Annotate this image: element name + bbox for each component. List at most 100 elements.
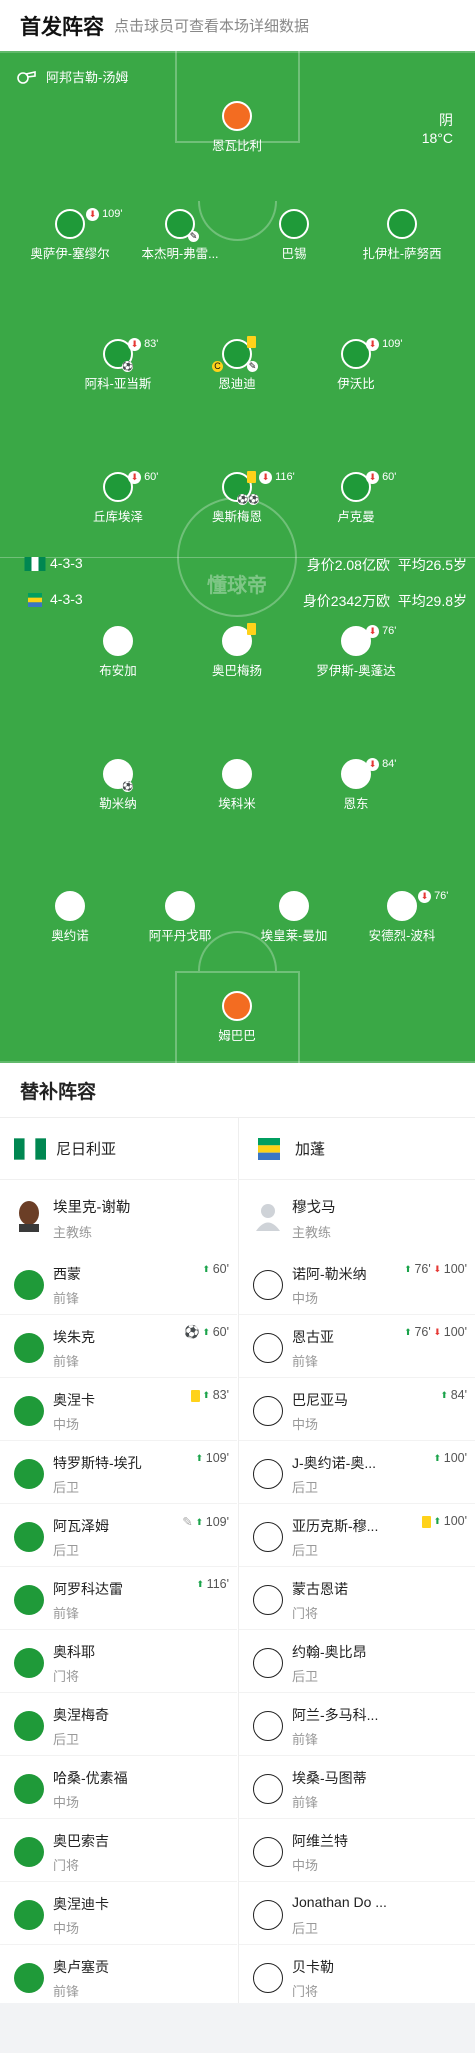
away-player[interactable]: ⬇ 76' 安德烈-波科: [342, 889, 462, 951]
yellow-card-marker: [247, 335, 256, 349]
injury-marker: ✎: [188, 229, 199, 243]
player-avatar: [253, 1522, 283, 1552]
sub-player-row[interactable]: 阿罗科达雷 前锋 ⬆ 116': [0, 1567, 237, 1630]
sub-out-time: 100': [443, 1325, 467, 1339]
sub-player-name: 奥科耶: [53, 1644, 95, 1660]
away-player[interactable]: 姆巴巴: [177, 991, 297, 1051]
sub-player-row[interactable]: 埃桑-马图蒂 前锋: [239, 1756, 475, 1819]
player-avatar: [14, 1837, 44, 1867]
player-dot: [55, 891, 85, 921]
player-name: 阿平丹戈耶: [148, 929, 212, 943]
sub-in-icon: ⬆: [430, 1452, 444, 1466]
sub-player-row[interactable]: 巴尼亚马 中场 ⬆ 84': [239, 1378, 475, 1441]
pitch: 阿邦吉勒-汤姆 阴 18°C 懂球帝 4-3-3 身价2.08亿欧 平均26.5…: [0, 51, 475, 1063]
sub-player-row[interactable]: 阿瓦泽姆 后卫 ✎ ⬆ 109': [0, 1504, 237, 1567]
yellow-card-icon: [247, 336, 256, 349]
player-avatar: [14, 1333, 44, 1363]
home-avg-age: 平均26.5岁: [397, 557, 467, 573]
sub-in-time: 76': [414, 1262, 431, 1276]
sub-player-position: 门将: [53, 1669, 80, 1684]
sub-player-position: 前锋: [292, 1795, 319, 1810]
sub-player-row[interactable]: 奥巴索吉 门将: [0, 1819, 237, 1882]
home-player[interactable]: ⬇ 109' 奥萨伊-塞缪尔: [10, 207, 130, 269]
player-name: 恩迪迪: [218, 377, 256, 391]
sub-player-row[interactable]: J-奥约诺-奥... 后卫 ⬆ 100': [239, 1441, 475, 1504]
sub-in-icon: ⬆: [199, 1263, 213, 1277]
player-dot: [279, 891, 309, 921]
football-icon: ⚽: [122, 360, 134, 372]
sub-player-row[interactable]: 阿兰-多马科... 前锋: [239, 1693, 475, 1756]
sub-player-row[interactable]: 哈桑-优素福 中场: [0, 1756, 237, 1819]
home-player[interactable]: 扎伊杜-萨努西: [342, 209, 462, 269]
sub-player-position: 前锋: [53, 1984, 80, 1999]
sub-event: ⬆ 76' ⬇ 100': [401, 1262, 467, 1277]
goal-marker: ⚽: [122, 359, 133, 373]
away-avg-age: 平均29.8岁: [397, 593, 467, 609]
sub-event: ⬆ 100': [430, 1451, 467, 1466]
subs-section-title: 替补阵容: [0, 1063, 475, 1118]
away-player[interactable]: 埃皇莱-曼加: [234, 891, 354, 951]
away-player[interactable]: ⬇ 76' 罗伊斯-奥蓬达: [296, 624, 416, 686]
sub-player-row[interactable]: 奥涅迪卡 中场: [0, 1882, 237, 1945]
home-player[interactable]: ⬇ 109' 伊沃比: [296, 337, 416, 399]
sub-event: ⚽ ⬆ 60': [184, 1325, 229, 1340]
away-team-name: 加蓬: [295, 1141, 326, 1158]
player-avatar: [253, 1396, 283, 1426]
sub-player-row[interactable]: 贝卡勒 门将: [239, 1945, 475, 2008]
player-avatar: [14, 1270, 44, 1300]
coach-name: 穆戈马: [292, 1200, 336, 1216]
home-player[interactable]: ✎ 本杰明-弗雷...: [120, 209, 240, 269]
sub-player-row[interactable]: 特罗斯特-埃孔 后卫 ⬆ 109': [0, 1441, 237, 1504]
home-player[interactable]: ⬇ 116' ⚽⚽ 奥斯梅恩: [177, 470, 297, 532]
away-player[interactable]: 奥巴梅扬: [177, 623, 297, 686]
home-player[interactable]: ⬇ 83' ⚽ 阿科-亚当斯: [58, 337, 178, 399]
away-player[interactable]: ⚽ 勒米纳: [58, 759, 178, 819]
sub-out-icon: ⬇: [418, 889, 431, 903]
sub-player-row[interactable]: 西蒙 前锋 ⬆ 60': [0, 1252, 237, 1315]
sub-out-marker: ⬇ 109': [366, 337, 403, 351]
sub-player-row[interactable]: 奥涅梅奇 后卫: [0, 1693, 237, 1756]
sub-player-name: 阿瓦泽姆: [53, 1518, 109, 1534]
sub-player-position: 中场: [53, 1795, 80, 1810]
page-footer: [0, 2003, 475, 2053]
sub-player-row[interactable]: 奥科耶 门将: [0, 1630, 237, 1693]
sub-player-row[interactable]: 亚历克斯-穆... 后卫 ⬆ 100': [239, 1504, 475, 1567]
home-player[interactable]: ⬇ 60' 丘库埃泽: [58, 470, 178, 532]
lineup-header: 首发阵容 点击球员可查看本场详细数据: [0, 0, 475, 51]
sub-time: 109': [205, 1515, 229, 1529]
sub-player-row[interactable]: 奥卢塞贡 前锋: [0, 1945, 237, 2008]
player-name: 奥萨伊-塞缪尔: [30, 247, 110, 261]
sub-player-row[interactable]: 奥涅卡 中场 ⬆ 83': [0, 1378, 237, 1441]
sub-in-icon: ⬆: [193, 1578, 207, 1592]
sub-player-position: 前锋: [292, 1354, 319, 1369]
coach-role: 主教练: [53, 1225, 93, 1240]
away-player[interactable]: 阿平丹戈耶: [120, 891, 240, 951]
home-player[interactable]: 恩瓦比利: [177, 101, 297, 161]
home-player[interactable]: ⬇ 60' 卢克曼: [296, 470, 416, 532]
sub-player-row[interactable]: 埃朱克 前锋 ⚽ ⬆ 60': [0, 1315, 237, 1378]
sub-player-row[interactable]: 诺阿-勒米纳 中场 ⬆ 76' ⬇ 100': [239, 1252, 475, 1315]
sub-player-name: 恩古亚: [292, 1329, 334, 1345]
sub-player-row[interactable]: Jonathan Do ... 后卫: [239, 1882, 475, 1945]
bandage-icon: ✎: [247, 360, 258, 372]
sub-player-row[interactable]: 恩古亚 前锋 ⬆ 76' ⬇ 100': [239, 1315, 475, 1378]
sub-player-position: 门将: [292, 1606, 319, 1621]
sub-in-icon: ⬆: [437, 1389, 451, 1403]
home-player[interactable]: 巴锡: [234, 209, 354, 269]
player-name: 阿科-亚当斯: [84, 377, 152, 391]
player-avatar: [14, 1711, 44, 1741]
home-coach[interactable]: 埃里克-谢勒 主教练: [0, 1180, 237, 1252]
lineup-title: 首发阵容: [20, 15, 104, 39]
away-player[interactable]: 奥约诺: [10, 891, 130, 951]
sub-player-row[interactable]: 蒙古恩诺 门将: [239, 1567, 475, 1630]
sub-player-row[interactable]: 约翰-奥比昂 后卫: [239, 1630, 475, 1693]
away-player[interactable]: ⬇ 84' 恩东: [296, 757, 416, 819]
yellow-card-icon: [421, 1515, 431, 1528]
sub-player-row[interactable]: 阿维兰特 中场: [239, 1819, 475, 1882]
away-coach[interactable]: 穆戈马 主教练: [239, 1180, 475, 1252]
sub-player-name: 诺阿-勒米纳: [292, 1266, 367, 1282]
away-player[interactable]: 埃科米: [177, 759, 297, 819]
sub-out-marker: ⬇ 84': [366, 757, 396, 771]
away-player[interactable]: 布安加: [58, 626, 178, 686]
home-player[interactable]: C ✎ 恩迪迪: [177, 336, 297, 399]
